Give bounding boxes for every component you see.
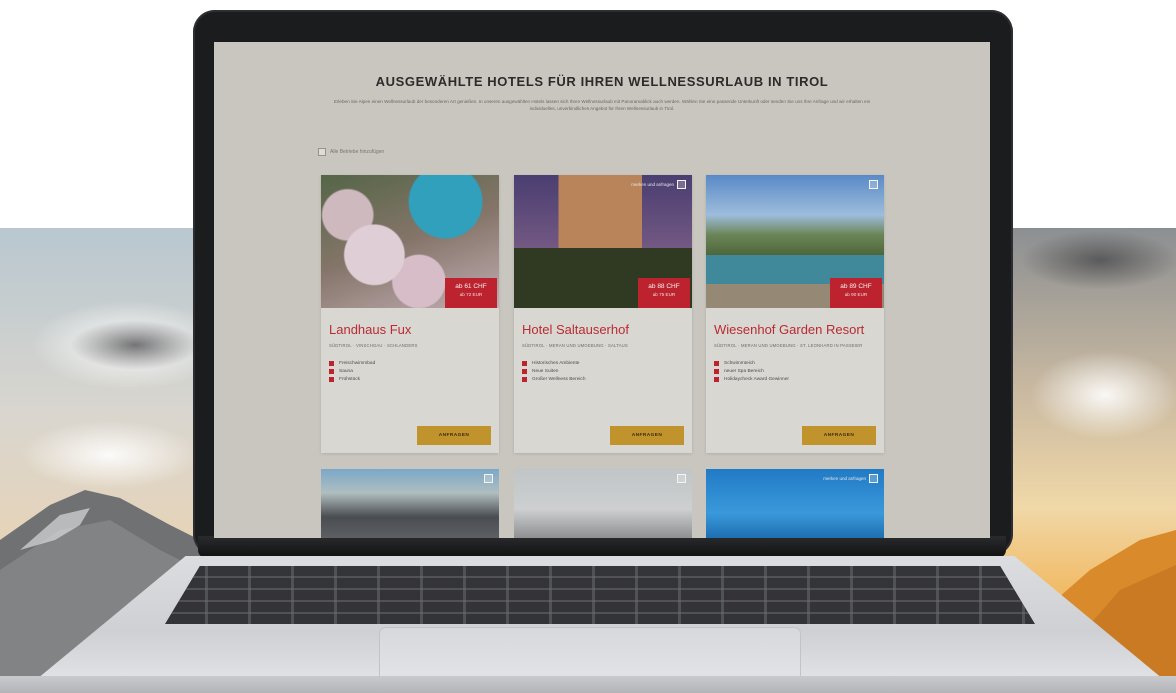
price-chf: ab 61 CHF — [455, 283, 487, 290]
feature-item: neuer Spa Bereich — [714, 367, 884, 375]
add-to-request-toggle[interactable] — [484, 474, 493, 483]
scene: AUSGEWÄHLTE HOTELS FÜR IHREN WELLNESSURL… — [0, 0, 1176, 693]
check-icon — [714, 360, 719, 366]
check-icon — [329, 360, 334, 366]
cloud — [1030, 350, 1176, 440]
hotel-card[interactable]: ab 61 CHF ab 72 EUR Landhaus Fux SÜDTIRO… — [321, 175, 499, 453]
request-button[interactable]: ANFRAGEN — [417, 426, 491, 445]
feature-item: Freischwimmbad — [329, 359, 499, 367]
laptop-hinge — [198, 536, 1006, 558]
price-chf: ab 88 CHF — [648, 283, 680, 290]
hotel-card-image[interactable]: merken und anfragen — [706, 469, 884, 538]
hotel-card[interactable]: merken und anfragen ab 88 CHF ab 75 EUR … — [514, 175, 692, 453]
hotel-image[interactable]: ab 89 CHF ab 90 EUR — [706, 175, 884, 308]
add-to-request-toggle[interactable] — [677, 474, 686, 483]
select-all-row[interactable]: Alle Betriebe hinzufügen — [318, 148, 384, 156]
add-to-request-label: merken und anfragen — [823, 476, 866, 481]
feature-list: Schwimmteich neuer Spa Bereich Holidaych… — [714, 359, 884, 383]
hotel-location: SÜDTIROL · MERAN UND UMGEBUNG · SALTAUS — [522, 343, 628, 348]
intro-text: Erleben Sie Alpen einen Wellnessurlaub d… — [333, 99, 871, 111]
check-icon — [522, 376, 527, 382]
price-eur: ab 75 EUR — [652, 292, 676, 297]
add-to-request-checkbox[interactable] — [869, 180, 878, 189]
hotel-location: SÜDTIROL · MERAN UND UMGEBUNG · ST. LEON… — [714, 343, 863, 348]
feature-item: Schwimmteich — [714, 359, 884, 367]
check-icon — [329, 376, 334, 382]
check-icon — [714, 376, 719, 382]
hotel-location: SÜDTIROL · VINSCHGAU · SCHLANDERS — [329, 343, 418, 348]
check-icon — [714, 368, 719, 374]
hotel-card[interactable]: ab 89 CHF ab 90 EUR Wiesenhof Garden Res… — [706, 175, 884, 453]
request-button[interactable]: ANFRAGEN — [802, 426, 876, 445]
feature-item: Neue Suiten — [522, 367, 692, 375]
add-to-request-label: merken und anfragen — [631, 182, 674, 187]
add-to-request-toggle[interactable]: merken und anfragen — [823, 474, 878, 483]
add-to-request-checkbox[interactable] — [677, 180, 686, 189]
feature-item: Holidaycheck Award Gewinner — [714, 375, 884, 383]
feature-item: Frühstück — [329, 375, 499, 383]
add-to-request-toggle[interactable] — [869, 180, 878, 189]
price-badge: ab 61 CHF ab 72 EUR — [445, 278, 497, 308]
check-icon — [522, 368, 527, 374]
price-badge: ab 88 CHF ab 75 EUR — [638, 278, 690, 308]
price-chf: ab 89 CHF — [840, 283, 872, 290]
price-eur: ab 72 EUR — [459, 292, 483, 297]
hotel-image[interactable]: merken und anfragen ab 88 CHF ab 75 EUR — [514, 175, 692, 308]
check-icon — [329, 368, 334, 374]
keyboard-rows — [165, 566, 1035, 624]
cloud — [70, 320, 200, 370]
feature-item: Großer Wellness Bereich — [522, 375, 692, 383]
select-all-label: Alle Betriebe hinzufügen — [330, 149, 385, 155]
page-title: AUSGEWÄHLTE HOTELS FÜR IHREN WELLNESSURL… — [375, 74, 829, 89]
cloud — [1020, 230, 1176, 290]
hotel-name[interactable]: Landhaus Fux — [329, 322, 499, 337]
price-badge: ab 89 CHF ab 90 EUR — [830, 278, 882, 308]
hotel-card-image[interactable] — [514, 469, 692, 538]
add-to-request-checkbox[interactable] — [869, 474, 878, 483]
feature-item: Sauna — [329, 367, 499, 375]
hotel-name[interactable]: Wiesenhof Garden Resort — [714, 322, 884, 337]
laptop-front-edge — [0, 676, 1176, 693]
price-eur: ab 90 EUR — [844, 292, 868, 297]
laptop-screen: AUSGEWÄHLTE HOTELS FÜR IHREN WELLNESSURL… — [214, 42, 990, 538]
add-to-request-checkbox[interactable] — [484, 474, 493, 483]
hotel-name[interactable]: Hotel Saltauserhof — [522, 322, 692, 337]
hotel-card-image[interactable] — [321, 469, 499, 538]
select-all-checkbox[interactable] — [318, 148, 326, 156]
hotel-image[interactable]: ab 61 CHF ab 72 EUR — [321, 175, 499, 308]
feature-list: Freischwimmbad Sauna Frühstück — [329, 359, 499, 383]
add-to-request-checkbox[interactable] — [677, 474, 686, 483]
check-icon — [522, 360, 527, 366]
feature-item: Historisches Ambiente — [522, 359, 692, 367]
add-to-request-toggle[interactable]: merken und anfragen — [631, 180, 686, 189]
feature-list: Historisches Ambiente Neue Suiten Großer… — [522, 359, 692, 383]
request-button[interactable]: ANFRAGEN — [610, 426, 684, 445]
